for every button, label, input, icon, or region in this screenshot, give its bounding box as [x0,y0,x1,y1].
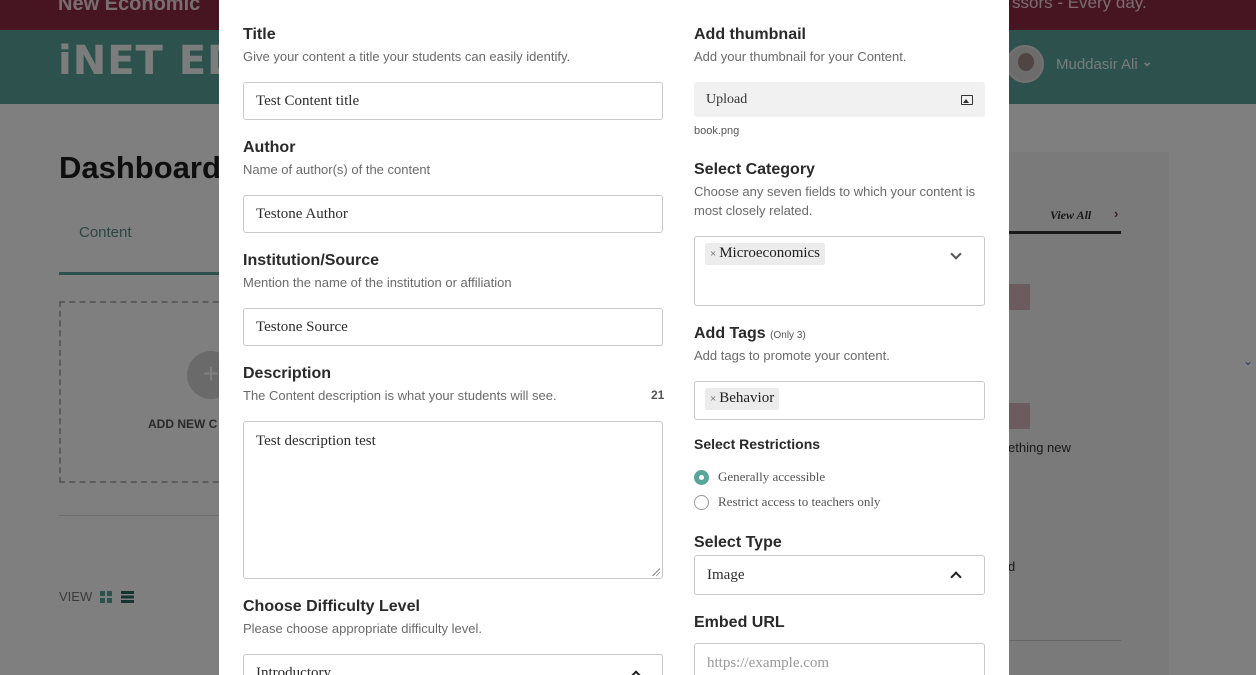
tags-limit-note: (Only 3) [770,330,806,341]
category-hint: Choose any seven fields to which your co… [694,184,976,218]
author-input[interactable]: Testone Author [243,195,663,233]
category-tag-label: Microeconomics [719,245,821,261]
thumbnail-upload-button[interactable]: Upload [694,82,985,117]
title-input[interactable]: Test Content title [243,82,663,120]
tag-chip-label: Behavior [719,390,775,406]
category-label: Select Category [694,161,815,178]
restriction-option-general[interactable]: Generally accessible [694,469,825,485]
type-label: Select Type [694,534,782,551]
type-value: Image [707,566,745,583]
restrictions-label: Select Restrictions [694,436,821,452]
tags-label-text: Add Tags [694,325,766,342]
chevron-up-icon [950,571,962,583]
embed-url-placeholder: https://example.com [707,654,830,671]
restriction-option-teachers[interactable]: Restrict access to teachers only [694,494,880,510]
radio-button[interactable] [694,494,709,510]
add-content-modal: Title Give your content a title your stu… [219,0,1009,675]
description-textarea[interactable]: Test description test [243,421,663,579]
difficulty-select[interactable]: Introductory [243,654,663,675]
radio-button[interactable] [694,469,709,485]
title-label: Title [243,26,276,43]
tag-chip: × Behavior [705,388,780,410]
chevron-up-icon [630,670,642,675]
difficulty-hint: Please choose appropriate difficulty lev… [243,621,482,636]
description-char-counter: 21 [651,388,665,402]
description-text: Test description test [256,433,376,449]
image-icon [961,94,973,105]
difficulty-value: Introductory [256,665,331,675]
tags-hint: Add tags to promote your content. [694,348,890,363]
embed-url-label: Embed URL [694,614,785,631]
thumbnail-label: Add thumbnail [694,26,806,43]
thumbnail-filename: book.png [694,125,740,137]
category-multiselect[interactable]: × Microeconomics [694,236,985,306]
author-hint: Name of author(s) of the content [243,162,431,177]
type-select[interactable]: Image [694,555,985,595]
remove-tag-icon[interactable]: × [710,248,716,260]
institution-hint: Mention the name of the institution or a… [243,275,512,290]
description-hint: The Content description is what your stu… [243,388,557,403]
tags-label: Add Tags (Only 3) [694,325,806,343]
resize-handle[interactable] [652,568,660,576]
institution-label: Institution/Source [243,252,379,269]
description-label: Description [243,365,332,382]
restriction-option-label: Restrict access to teachers only [718,494,881,509]
institution-input[interactable]: Testone Source [243,308,663,346]
category-tag: × Microeconomics [705,243,826,265]
chevron-down-icon[interactable] [950,248,962,260]
remove-tag-icon[interactable]: × [710,393,716,405]
restriction-option-label: Generally accessible [718,469,826,484]
author-label: Author [243,139,296,156]
tags-input[interactable]: × Behavior [694,381,985,420]
upload-label: Upload [706,91,748,107]
difficulty-label: Choose Difficulty Level [243,598,420,615]
embed-url-input[interactable]: https://example.com [694,643,985,675]
title-hint: Give your content a title your students … [243,49,571,64]
thumbnail-hint: Add your thumbnail for your Content. [694,49,907,64]
